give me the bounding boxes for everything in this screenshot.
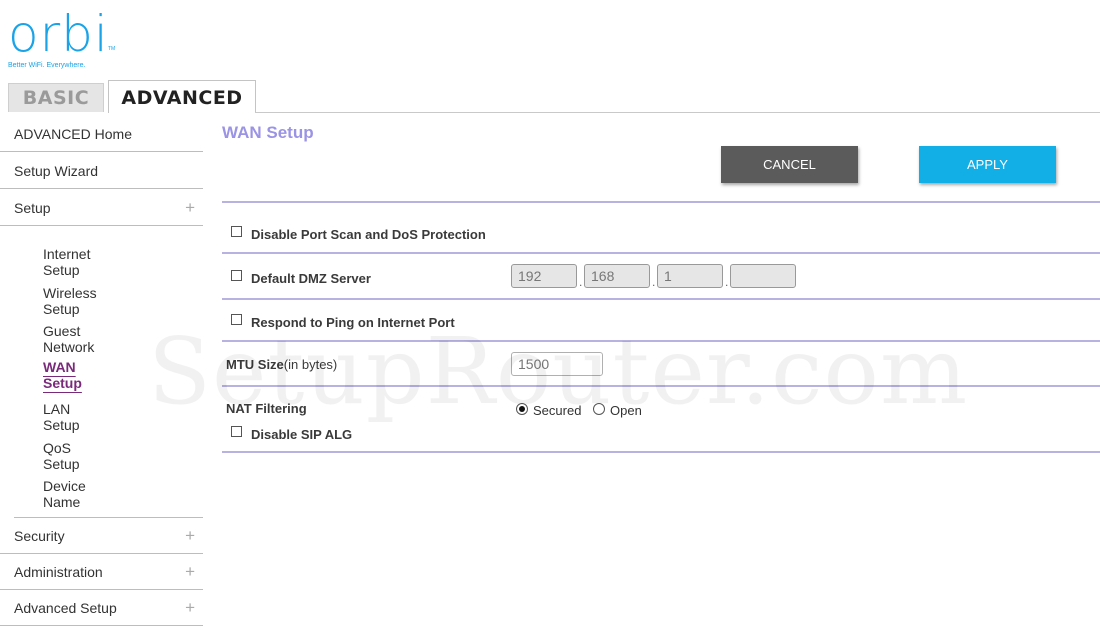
sidebar-item-label: Setup Wizard <box>14 163 99 179</box>
nat-open-label: Open <box>610 403 642 418</box>
dmz-ip-octet-3[interactable] <box>657 264 723 288</box>
nat-filtering-label: NAT Filtering <box>226 401 307 416</box>
logo-wordmark: orbi <box>8 5 109 63</box>
expand-plus-icon[interactable]: + <box>185 590 195 626</box>
dmz-ip-octet-2[interactable] <box>584 264 650 288</box>
nat-open-radio[interactable] <box>593 403 605 415</box>
sidebar-subitem-internet-setup[interactable]: Internet Setup <box>43 246 90 278</box>
radio-selected-dot <box>519 406 525 412</box>
sidebar-item-advanced-setup[interactable]: Advanced Setup + <box>0 590 203 626</box>
disable-sip-alg-checkbox[interactable] <box>231 426 242 437</box>
disable-port-scan-checkbox[interactable] <box>231 226 242 237</box>
default-dmz-label: Default DMZ Server <box>251 271 371 286</box>
sidebar-subitem-qos-setup[interactable]: QoS Setup <box>43 440 80 472</box>
section-divider <box>222 451 1100 453</box>
section-divider <box>222 298 1100 300</box>
sidebar-item-setup-wizard[interactable]: Setup Wizard <box>0 153 203 189</box>
ip-separator: . <box>652 275 656 289</box>
section-divider <box>222 340 1100 342</box>
respond-ping-label: Respond to Ping on Internet Port <box>251 315 455 330</box>
sidebar-subitem-lan-setup[interactable]: LAN Setup <box>43 401 80 433</box>
brand-tagline: Better WiFi. Everywhere. <box>8 62 86 69</box>
trademark-mark: TM <box>108 46 116 52</box>
mtu-size-label: MTU Size(in bytes) <box>226 357 337 372</box>
expand-plus-icon[interactable]: + <box>185 554 195 590</box>
nat-secured-radio[interactable] <box>516 403 528 415</box>
ip-separator: . <box>579 275 583 289</box>
respond-ping-checkbox[interactable] <box>231 314 242 325</box>
dmz-ip-octet-1[interactable] <box>511 264 577 288</box>
tab-advanced[interactable]: ADVANCED <box>108 80 256 113</box>
page-title: WAN Setup <box>222 123 314 142</box>
section-divider <box>222 201 1100 203</box>
sidebar-item-label: Administration <box>14 564 103 580</box>
mtu-size-label-bold: MTU Size <box>226 357 284 372</box>
sidebar-subitem-device-name[interactable]: Device Name <box>43 478 86 510</box>
sidebar-item-security[interactable]: Security + <box>0 518 203 554</box>
sidebar-item-label: Setup <box>14 200 51 216</box>
apply-button[interactable]: APPLY <box>919 146 1056 183</box>
expand-plus-icon[interactable]: + <box>185 190 195 226</box>
sidebar-subitem-wan-setup[interactable]: WAN Setup <box>43 359 82 391</box>
default-dmz-checkbox[interactable] <box>231 270 242 281</box>
cancel-button[interactable]: CANCEL <box>721 146 858 183</box>
orbi-logo: orbi TM Better WiFi. Everywhere. <box>8 5 115 69</box>
mtu-size-label-unit: (in bytes) <box>283 357 338 372</box>
sidebar-item-advanced-home[interactable]: ADVANCED Home <box>0 116 203 152</box>
sidebar-subitem-wireless-setup[interactable]: Wireless Setup <box>43 285 97 317</box>
sidebar-item-setup[interactable]: Setup + <box>0 190 203 226</box>
section-divider <box>222 385 1100 387</box>
disable-sip-alg-label: Disable SIP ALG <box>251 427 353 442</box>
sidebar-item-label: Security <box>14 528 65 544</box>
sidebar-item-label: Advanced Setup <box>14 600 117 616</box>
dmz-ip-octet-4[interactable] <box>730 264 796 288</box>
tab-basic[interactable]: BASIC <box>8 83 104 112</box>
mtu-size-input[interactable] <box>511 352 603 376</box>
disable-port-scan-label: Disable Port Scan and DoS Protection <box>251 227 486 242</box>
ip-separator: . <box>725 275 729 289</box>
expand-plus-icon[interactable]: + <box>185 518 195 554</box>
sidebar-item-administration[interactable]: Administration + <box>0 554 203 590</box>
section-divider <box>222 252 1100 254</box>
tab-bar-divider <box>255 112 1100 113</box>
sidebar-item-label: ADVANCED Home <box>14 126 132 142</box>
sidebar-subitem-guest-network[interactable]: Guest Network <box>43 323 94 355</box>
nat-secured-label: Secured <box>533 403 582 418</box>
